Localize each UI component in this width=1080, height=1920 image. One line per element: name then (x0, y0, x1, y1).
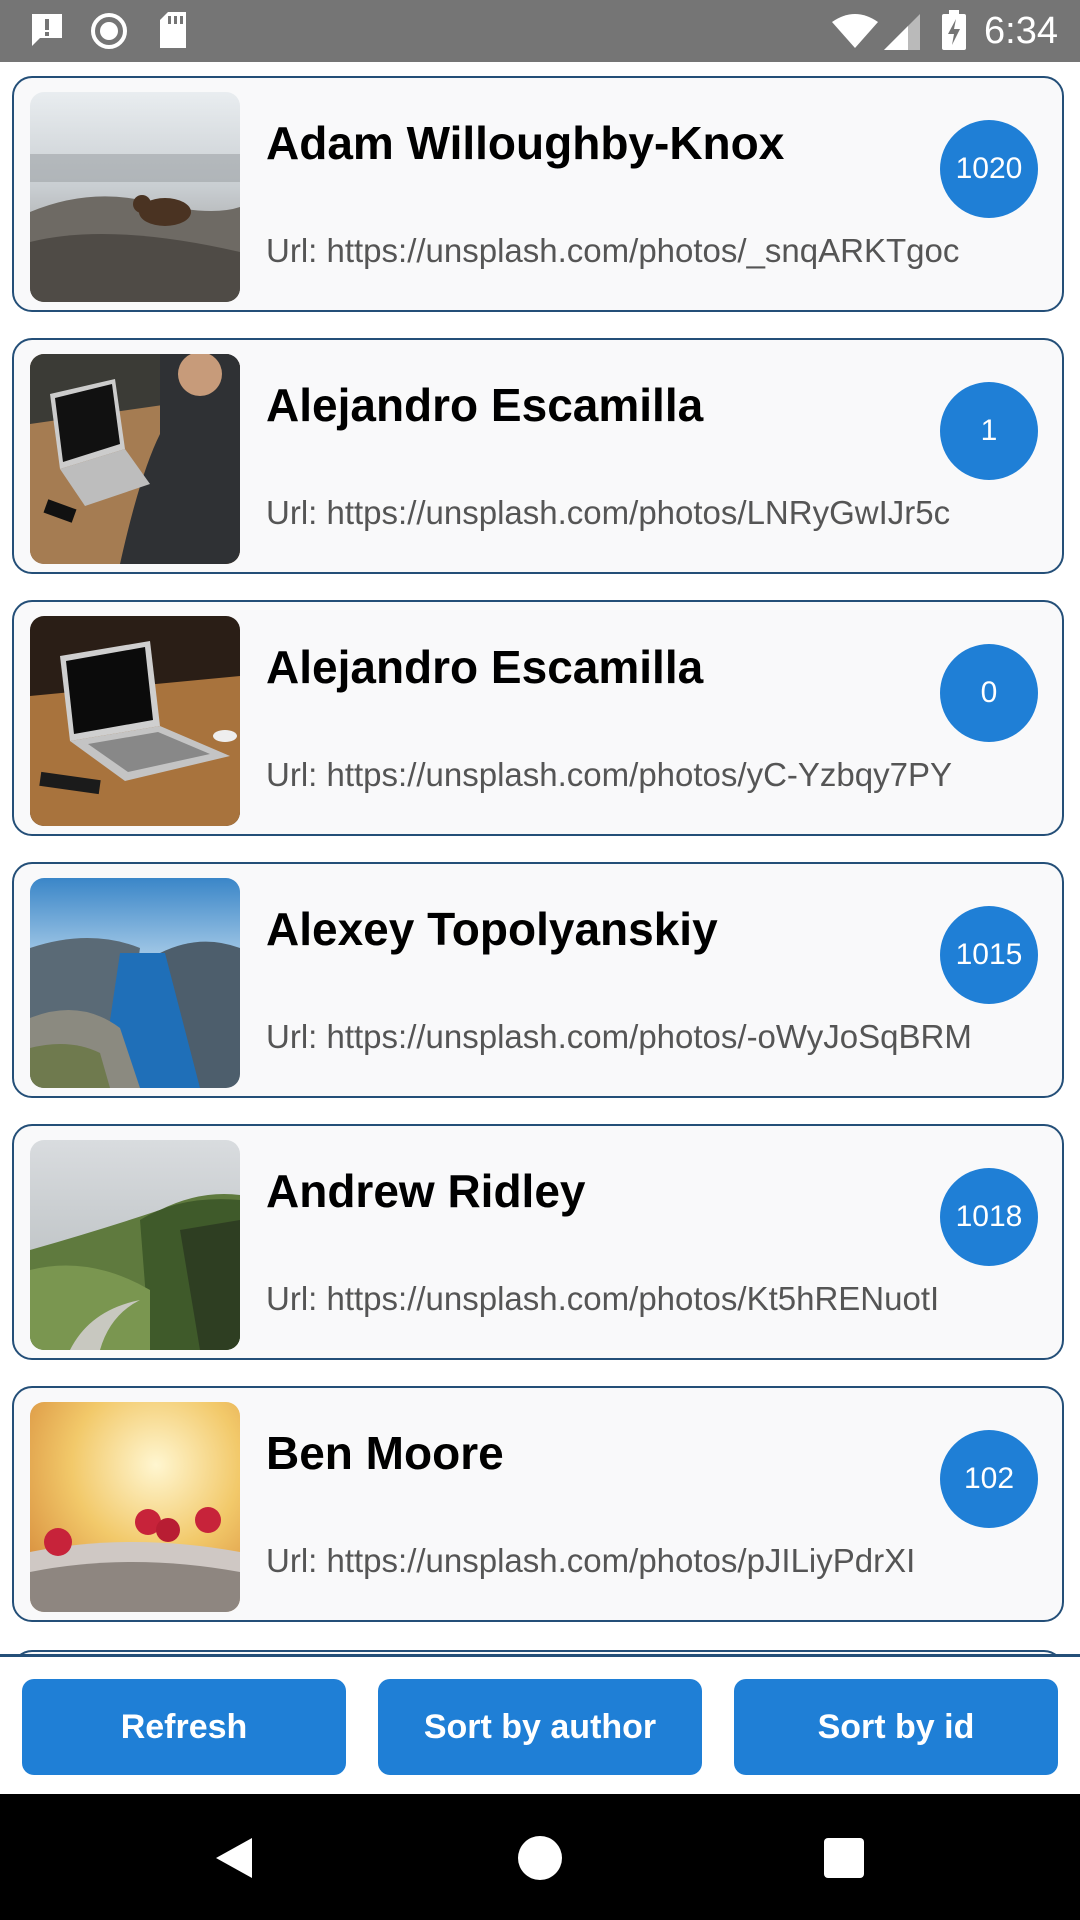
alert-icon (32, 14, 62, 46)
photo-card[interactable]: Alejandro Escamilla Url: https://unsplas… (12, 600, 1064, 836)
photo-thumbnail (30, 354, 240, 564)
author-name: Alejandro Escamilla (266, 641, 704, 693)
photo-id-badge: 1 (940, 382, 1038, 480)
status-bar: 6:34 (0, 0, 1080, 62)
circle-icon (91, 13, 127, 49)
photo-id-badge: 1020 (940, 120, 1038, 218)
raspberries-photo (30, 1402, 240, 1612)
photo-id-badge: 0 (940, 644, 1038, 742)
sort-by-id-button[interactable]: Sort by id (734, 1679, 1058, 1775)
author-name: Alejandro Escamilla (266, 379, 704, 431)
home-icon[interactable] (518, 1836, 562, 1880)
photo-thumbnail (30, 878, 240, 1088)
photo-id-badge: 1015 (940, 906, 1038, 1004)
photo-card[interactable]: Alexey Topolyanskiy Url: https://unsplas… (12, 862, 1064, 1098)
laptop-typing-photo (30, 354, 240, 564)
wifi-icon (832, 14, 878, 48)
photo-id-badge: 102 (940, 1430, 1038, 1528)
signal-icon (884, 14, 920, 50)
photo-list[interactable]: Adam Willoughby-Knox Url: https://unspla… (0, 62, 1080, 1656)
sd-card-icon (160, 12, 186, 48)
mountains-photo (30, 1140, 240, 1350)
photo-thumbnail (30, 1140, 240, 1350)
action-bar: Refresh Sort by author Sort by id (0, 1654, 1080, 1797)
author-name: Andrew Ridley (266, 1165, 586, 1217)
photo-thumbnail (30, 92, 240, 302)
photo-url: Url: https://unsplash.com/photos/LNRyGwI… (266, 494, 951, 531)
photo-card[interactable]: Ben Moore Url: https://unsplash.com/phot… (12, 1386, 1064, 1622)
photo-thumbnail (30, 1402, 240, 1612)
photo-url: Url: https://unsplash.com/photos/_snqARK… (266, 232, 960, 269)
bear-photo (30, 92, 240, 302)
photo-card[interactable]: Andrew Ridley Url: https://unsplash.com/… (12, 1124, 1064, 1360)
laptop-desk-photo (30, 616, 240, 826)
recent-apps-icon[interactable] (824, 1838, 864, 1878)
photo-card[interactable]: Alejandro Escamilla Url: https://unsplas… (12, 338, 1064, 574)
photo-thumbnail (30, 616, 240, 826)
clock: 6:34 (984, 10, 1058, 52)
navigation-bar (0, 1794, 1080, 1920)
author-name: Alexey Topolyanskiy (266, 903, 718, 955)
author-name: Adam Willoughby-Knox (266, 117, 785, 169)
back-icon[interactable] (214, 1836, 254, 1880)
photo-card[interactable]: Adam Willoughby-Knox Url: https://unspla… (12, 76, 1064, 312)
photo-url: Url: https://unsplash.com/photos/-oWyJoS… (266, 1018, 972, 1055)
photo-url: Url: https://unsplash.com/photos/pJILiyP… (266, 1542, 916, 1579)
battery-charging-icon (942, 10, 966, 50)
sort-by-author-button[interactable]: Sort by author (378, 1679, 702, 1775)
photo-url: Url: https://unsplash.com/photos/yC-Yzbq… (266, 756, 952, 793)
photo-url: Url: https://unsplash.com/photos/Kt5hREN… (266, 1280, 940, 1317)
fjord-photo (30, 878, 240, 1088)
photo-id-badge: 1018 (940, 1168, 1038, 1266)
author-name: Ben Moore (266, 1427, 504, 1479)
refresh-button[interactable]: Refresh (22, 1679, 346, 1775)
